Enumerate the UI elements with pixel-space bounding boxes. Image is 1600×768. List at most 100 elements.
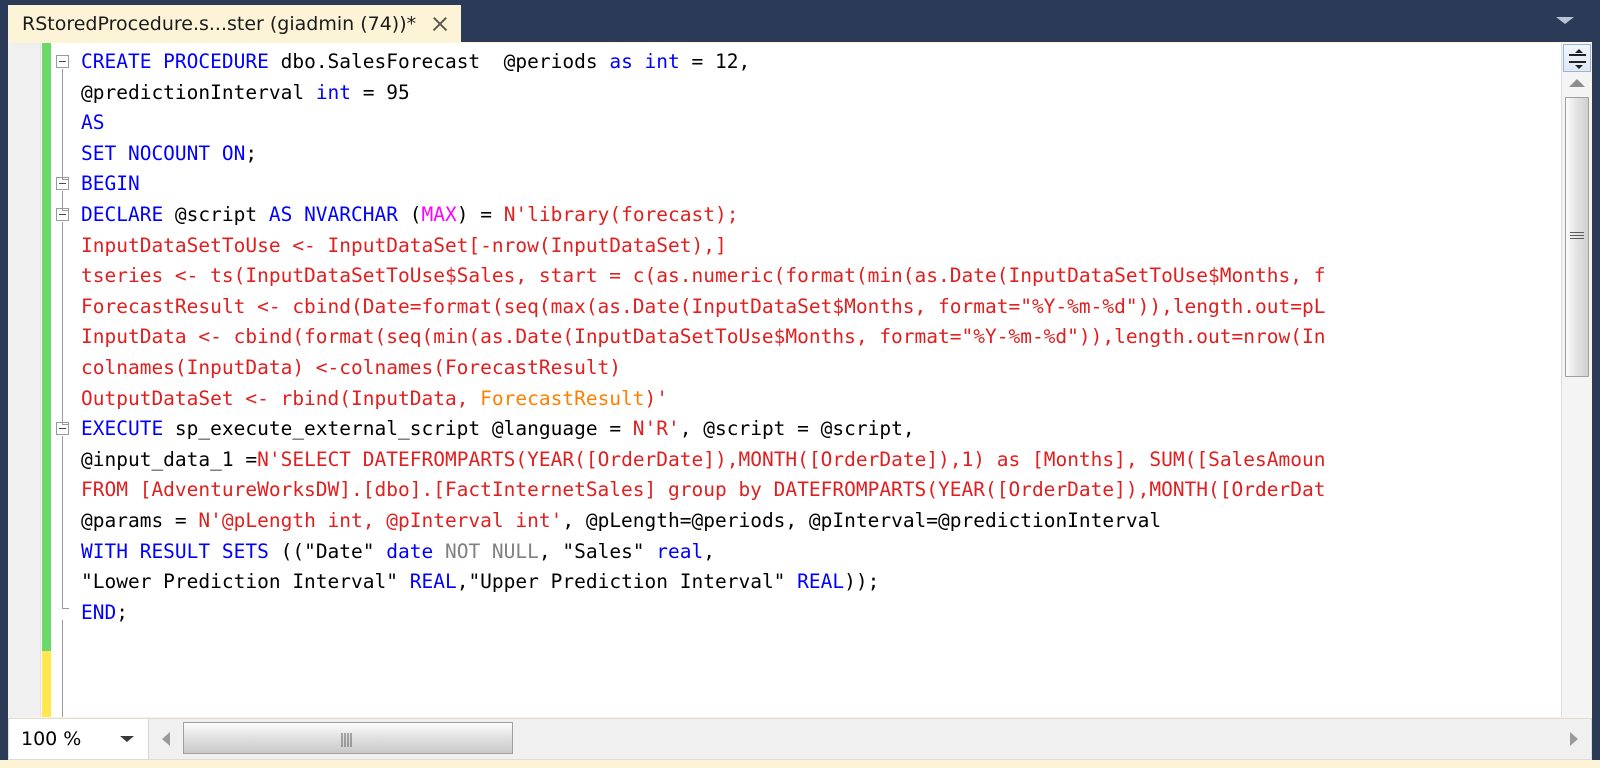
- code-line: CREATE PROCEDURE dbo.SalesForecast @peri…: [81, 47, 1551, 78]
- code-token: ) =: [456, 202, 504, 226]
- split-editor-icon[interactable]: [1563, 44, 1591, 72]
- code-token: REAL: [797, 570, 845, 594]
- code-token: N'library(forecast);: [503, 202, 739, 226]
- vertical-scroll-thumb[interactable]: [1565, 97, 1589, 377]
- code-token: @input_data_1: [81, 447, 246, 471]
- code-token: , "Sales": [538, 539, 657, 563]
- scroll-left-arrow-icon[interactable]: [149, 732, 183, 746]
- code-token: ;: [245, 141, 258, 165]
- code-line: OutputDataSet <- rbind(InputData, Foreca…: [81, 384, 1551, 415]
- chevron-down-icon[interactable]: [1556, 17, 1574, 24]
- code-token: CREATE PROCEDURE: [81, 50, 281, 73]
- code-token: AS: [81, 111, 105, 135]
- code-token: EXECUTE: [81, 417, 175, 441]
- code-token: OutputDataSet <- rbind(InputData,: [81, 386, 481, 410]
- collapse-region-toggle[interactable]: [56, 55, 69, 68]
- code-token: ));: [844, 570, 880, 594]
- outlining-guide-end: [62, 423, 69, 425]
- code-line: tseries <- ts(InputDataSetToUse$Sales, s…: [81, 261, 1551, 292]
- code-token: "Lower Prediction Interval": [81, 570, 410, 594]
- code-line: EXECUTE sp_execute_external_script @lang…: [81, 414, 1551, 445]
- change-bar-unsaved: [42, 651, 51, 717]
- scroll-thumb-grip-icon: [341, 732, 355, 747]
- code-line: WITH RESULT SETS (("Date" date NOT NULL,…: [81, 537, 1551, 568]
- code-token: InputDataSetToUse <- InputDataSet[-nrow(…: [81, 233, 727, 257]
- code-token: AS NVARCHAR: [268, 202, 410, 226]
- outlining-guide: [62, 191, 63, 210]
- code-line: colnames(InputData) <-colnames(ForecastR…: [81, 353, 1551, 384]
- vertical-scrollbar[interactable]: [1561, 43, 1591, 717]
- code-token: sp_execute_external_script: [174, 417, 492, 441]
- code-token: ForecastResult: [480, 386, 645, 410]
- code-token: @language: [491, 417, 610, 441]
- outlining-guide: [62, 69, 63, 180]
- code-line: @predictionInterval int = 95: [81, 78, 1551, 109]
- code-token: SET NOCOUNT ON: [81, 141, 246, 165]
- horizontal-scroll-thumb[interactable]: [183, 722, 513, 754]
- code-line: InputDataSetToUse <- InputDataSet[-nrow(…: [81, 231, 1551, 262]
- code-token: =: [245, 447, 258, 471]
- code-editor[interactable]: CREATE PROCEDURE dbo.SalesForecast @peri…: [8, 42, 1592, 718]
- outlining-guide: [62, 436, 63, 608]
- code-token: =: [174, 508, 199, 532]
- code-token: @periods: [503, 50, 610, 73]
- code-token: real: [656, 539, 704, 563]
- scroll-right-arrow-icon[interactable]: [1557, 732, 1591, 746]
- outlining-column[interactable]: [51, 43, 79, 717]
- code-token: date: [386, 539, 445, 563]
- code-token: N'R': [632, 417, 680, 441]
- code-token: MAX: [421, 202, 457, 226]
- scroll-up-arrow-icon[interactable]: [1569, 79, 1585, 87]
- code-line: SET NOCOUNT ON;: [81, 139, 1551, 170]
- code-token: (: [409, 202, 422, 226]
- change-bar-saved: [42, 43, 51, 651]
- code-line: InputData <- cbind(format(seq(min(as.Dat…: [81, 322, 1551, 353]
- code-token: =: [691, 50, 715, 73]
- code-line: BEGIN: [81, 169, 1551, 200]
- code-token: N'SELECT: [257, 447, 363, 471]
- code-token: =: [609, 417, 633, 441]
- code-token: (("Date": [280, 539, 387, 563]
- editor-bottom-bar: 100 %: [8, 718, 1592, 760]
- code-token: NOT NULL: [444, 539, 539, 563]
- code-token: dbo.SalesForecast: [280, 50, 504, 73]
- code-line: AS: [81, 108, 1551, 139]
- code-token: END: [81, 600, 117, 624]
- indicator-margin: [9, 43, 41, 717]
- code-token: DATEFROMPARTS(YEAR([OrderDate]),MONTH([O…: [362, 447, 1326, 471]
- tab-rstoredprocedure[interactable]: RStoredProcedure.s...ster (giadmin (74))…: [8, 5, 462, 42]
- code-token: , @script = @script,: [679, 417, 915, 441]
- chevron-down-icon[interactable]: [120, 736, 134, 742]
- outlining-guide-end: [62, 607, 69, 609]
- code-token: WITH RESULT SETS: [81, 539, 281, 563]
- close-icon[interactable]: [430, 14, 450, 34]
- code-token: FROM [AdventureWorksDW].[dbo].[FactInter…: [81, 478, 1326, 502]
- outlining-guide: [62, 222, 63, 424]
- tab-strip: RStoredProcedure.s...ster (giadmin (74))…: [0, 0, 1600, 42]
- code-line: "Lower Prediction Interval" REAL,"Upper …: [81, 567, 1551, 598]
- code-token: ;: [116, 600, 128, 624]
- code-token: @params: [81, 508, 175, 532]
- code-token: 12: [715, 50, 739, 73]
- code-line: @params = N'@pLength int, @pInterval int…: [81, 506, 1551, 537]
- zoom-level-selector[interactable]: 100 %: [9, 719, 149, 759]
- horizontal-scrollbar-track[interactable]: [183, 719, 1557, 759]
- code-token: as int: [609, 50, 692, 73]
- code-token: ,"Upper Prediction Interval": [456, 570, 798, 594]
- code-token: InputData <- cbind(format(seq(min(as.Dat…: [81, 325, 1326, 349]
- zoom-level-label: 100 %: [21, 728, 82, 750]
- code-line: FROM [AdventureWorksDW].[dbo].[FactInter…: [81, 475, 1551, 506]
- scroll-thumb-grip-icon: [1570, 232, 1584, 241]
- code-token: , @pLength=@periods, @pInterval=@predict…: [562, 508, 1162, 532]
- code-token: tseries <- ts(InputDataSetToUse$Sales, s…: [81, 264, 1326, 288]
- code-token: ,: [703, 539, 716, 563]
- code-token: REAL: [409, 570, 457, 594]
- code-token: = 95: [362, 80, 410, 104]
- code-token: )': [644, 386, 669, 410]
- status-strip: [0, 760, 1600, 768]
- code-token: int: [315, 80, 363, 104]
- code-token: N'@pLength int, @pInterval int': [198, 508, 563, 532]
- code-line: END;: [81, 598, 1551, 629]
- code-token: BEGIN: [81, 172, 140, 196]
- code-text-area[interactable]: CREATE PROCEDURE dbo.SalesForecast @peri…: [81, 47, 1551, 711]
